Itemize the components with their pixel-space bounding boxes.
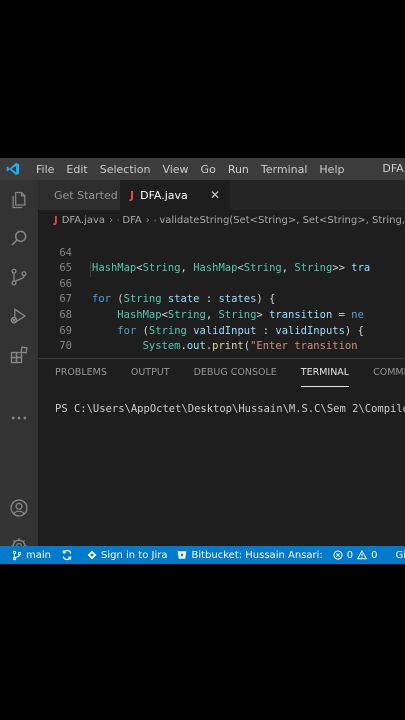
- java-file-icon: J: [54, 214, 58, 226]
- sync-icon: [62, 549, 72, 561]
- problems-status[interactable]: 0 0: [333, 550, 378, 561]
- menu-run[interactable]: Run: [222, 163, 255, 176]
- tab-comments[interactable]: COMMENTS: [373, 359, 405, 387]
- tab-label: Get Started: [54, 188, 118, 202]
- code-line: 68 for (String validInput : validInputs)…: [38, 292, 405, 337]
- tab-debug-console[interactable]: DEBUG CONSOLE: [194, 359, 277, 387]
- menu-selection[interactable]: Selection: [94, 163, 157, 176]
- chevron-right-icon: ›: [109, 214, 114, 226]
- chevron-right-icon: ›: [145, 214, 150, 226]
- tab-problems[interactable]: PROBLEMS: [55, 359, 107, 387]
- menu-view[interactable]: View: [156, 163, 194, 176]
- breadcrumb-class[interactable]: DFA: [122, 215, 141, 226]
- bottom-panel: PROBLEMS OUTPUT DEBUG CONSOLE TERMINAL C…: [38, 358, 405, 547]
- editor-tabs: Get Started J DFA.java ✕: [38, 180, 405, 210]
- error-count: 0: [346, 549, 354, 561]
- window-title: DFA.: [382, 162, 405, 175]
- vscode-logo-icon: [6, 162, 20, 176]
- terminal-prompt[interactable]: PS C:\Users\AppOctet\Desktop\Hussain\M.S…: [55, 403, 405, 415]
- code-line: 70 String nextState = sc.nextLine();: [38, 324, 405, 356]
- search-icon[interactable]: [9, 228, 29, 248]
- code-line: 65: [38, 246, 405, 274]
- code-editor[interactable]: 64 HashMap<String, HashMap<String, Strin…: [38, 230, 405, 356]
- git-branch-icon: [12, 550, 22, 560]
- menu-edit[interactable]: Edit: [60, 163, 93, 176]
- menu-terminal[interactable]: Terminal: [255, 163, 314, 176]
- account-icon[interactable]: [9, 498, 29, 518]
- code-text: String nextState = sc.nextLine();: [92, 355, 352, 357]
- tab-dfa-java[interactable]: J DFA.java ✕: [120, 180, 230, 210]
- bitbucket-status[interactable]: Bitbucket: Hussain Ansari:: [177, 549, 323, 561]
- menu-bar: File Edit Selection View Go Run Terminal…: [0, 158, 405, 180]
- panel-tabs: PROBLEMS OUTPUT DEBUG CONSOLE TERMINAL C…: [38, 359, 405, 387]
- more-icon[interactable]: [9, 408, 29, 428]
- tab-get-started[interactable]: Get Started: [38, 180, 120, 210]
- bitbucket-icon: [178, 551, 187, 559]
- bitbucket-label: Bitbucket: Hussain Ansari:: [191, 549, 323, 561]
- menu-file[interactable]: File: [30, 163, 60, 176]
- git-graph-label: Git G: [395, 549, 405, 561]
- menu-help[interactable]: Help: [313, 163, 350, 176]
- branch-status[interactable]: main: [12, 550, 51, 561]
- warning-count: 0: [371, 549, 378, 561]
- explorer-icon[interactable]: [9, 190, 29, 210]
- jira-label: Sign in to Jira: [101, 549, 168, 561]
- sync-status[interactable]: [61, 549, 77, 561]
- error-icon: [333, 550, 343, 560]
- close-icon[interactable]: ✕: [210, 188, 220, 202]
- jira-icon: [87, 550, 97, 560]
- tab-terminal[interactable]: TERMINAL: [300, 359, 350, 387]
- vscode-window: File Edit Selection View Go Run Terminal…: [0, 158, 405, 564]
- breadcrumb-file[interactable]: DFA.java: [62, 215, 105, 226]
- source-control-icon[interactable]: [9, 267, 29, 287]
- git-graph-status[interactable]: Git G: [396, 550, 405, 561]
- menu-go[interactable]: Go: [195, 163, 222, 176]
- class-icon: [117, 219, 120, 221]
- code-line: 71 transition.put(validInput, nextStat: [38, 339, 405, 357]
- line-number: 71: [38, 355, 72, 357]
- code-line: 69 System.out.print("Enter transition: [38, 308, 405, 353]
- status-bar: main Sign in to Jira Bitbucket: Hussain …: [0, 546, 405, 564]
- code-line: 67 HashMap<String, String> transition = …: [38, 277, 405, 321]
- code-line: 66 for (String state : states) {: [38, 261, 405, 306]
- activity-bar: [0, 180, 38, 554]
- code-line: 64 HashMap<String, HashMap<String, Strin…: [38, 230, 405, 277]
- breadcrumb: J DFA.java › DFA › validateString(Set<St…: [38, 210, 405, 230]
- tab-output[interactable]: OUTPUT: [131, 359, 170, 387]
- warning-icon: [357, 550, 368, 560]
- branch-name: main: [26, 549, 51, 561]
- java-file-icon: J: [130, 188, 135, 202]
- run-debug-icon[interactable]: [9, 306, 29, 326]
- jira-status[interactable]: Sign in to Jira: [87, 550, 167, 561]
- extensions-icon[interactable]: [9, 345, 29, 365]
- breadcrumb-method[interactable]: validateString(Set<String>, Set<String>,…: [159, 215, 405, 226]
- tab-label: DFA.java: [140, 188, 188, 202]
- method-cube-icon: [154, 218, 157, 222]
